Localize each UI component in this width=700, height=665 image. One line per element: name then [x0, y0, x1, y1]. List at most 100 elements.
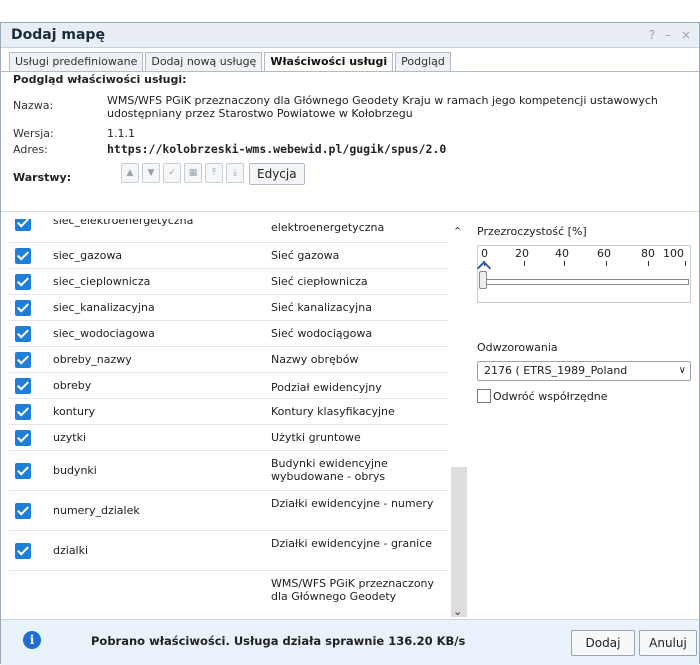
layer-checkbox[interactable]	[15, 326, 31, 342]
help-icon[interactable]: ?	[649, 28, 657, 42]
projection-select[interactable]: 2176 ( ETRS_1989_Poland ∨	[477, 361, 691, 381]
tab-preview[interactable]: Podgląd	[395, 52, 451, 72]
layer-row[interactable]: obreby_nazwy Nazwy obrębów	[9, 347, 449, 373]
layer-checkbox[interactable]	[15, 219, 31, 231]
tick-label: 100	[663, 247, 684, 260]
layer-name: siec_gazowa	[53, 249, 123, 262]
cancel-button[interactable]: Anuluj	[639, 630, 697, 656]
checkbox-box[interactable]	[477, 389, 491, 403]
version-label: Wersja:	[13, 127, 54, 140]
edit-button[interactable]: Edycja	[249, 163, 305, 185]
layer-name: uzytki	[53, 431, 86, 444]
name-value: WMS/WFS PGiK przeznaczony dla Głównego G…	[107, 94, 658, 120]
layer-checkbox[interactable]	[15, 543, 31, 559]
layer-checkbox[interactable]	[15, 300, 31, 316]
layer-name: budynki	[53, 464, 97, 477]
layer-checkbox[interactable]	[15, 430, 31, 446]
info-icon: i	[23, 631, 41, 649]
close-icon[interactable]: ×	[681, 28, 693, 42]
layer-description: Użytki gruntowe	[271, 431, 361, 444]
opacity-slider-thumb[interactable]	[479, 271, 487, 289]
layer-description: Działki ewidencyjne - numery	[271, 497, 434, 510]
layer-row[interactable]: siec_cieplownicza Sieć ciepłownicza	[9, 269, 449, 295]
scroll-up-icon[interactable]: ⌃	[453, 225, 462, 238]
tab-service-properties[interactable]: Właściwości usługi	[264, 52, 394, 72]
projection-value: 2176 ( ETRS_1989_Poland	[484, 364, 628, 377]
layer-name: siec_elektroenergetyczna	[53, 219, 194, 227]
opacity-ticks: 0 20 40 60 80 100	[477, 247, 691, 269]
layer-row[interactable]: siec_kanalizacyjna Sieć kanalizacyjna	[9, 295, 449, 321]
move-top-button[interactable]: ⤒	[205, 163, 223, 183]
address-value: https://kolobrzeski-wms.webewid.pl/gugik…	[107, 142, 447, 156]
layer-name: siec_kanalizacyjna	[53, 301, 155, 314]
layer-description: Podział ewidencyjny	[271, 381, 382, 394]
opacity-slider-track[interactable]	[483, 279, 689, 285]
layer-checkbox[interactable]	[15, 274, 31, 290]
properties-heading: Podgląd właściwości usługi:	[13, 73, 187, 86]
move-up-button[interactable]: ▲	[121, 163, 139, 183]
layer-name: numery_dzialek	[53, 504, 140, 517]
layer-checkbox[interactable]	[15, 404, 31, 420]
title-bar[interactable]: Dodaj mapę ? – ×	[1, 23, 699, 48]
layer-name: obreby_nazwy	[53, 353, 132, 366]
layer-row[interactable]: WMS/WFS PGiK przeznaczony dla Głównego G…	[9, 571, 449, 621]
layer-description: Sieć gazowa	[271, 249, 340, 262]
layer-description: Budynki ewidencyjne wybudowane - obrys	[271, 457, 388, 483]
move-bottom-button[interactable]: ⤓	[226, 163, 244, 183]
status-bar: i Pobrano właściwości. Usługa działa spr…	[1, 619, 699, 665]
scroll-down-icon[interactable]: ⌄	[453, 605, 462, 618]
tab-predefined-services[interactable]: Usługi predefiniowane	[9, 52, 144, 72]
layer-description: Sieć wodociągowa	[271, 327, 373, 340]
tick-label: 80	[641, 247, 655, 260]
layer-name: siec_wodociagowa	[53, 327, 155, 340]
layer-row[interactable]: budynki Budynki ewidencyjne wybudowane -…	[9, 451, 449, 491]
layer-checkbox[interactable]	[15, 463, 31, 479]
copy-button[interactable]: ▦	[184, 163, 202, 183]
layer-description: Sieć ciepłownicza	[271, 275, 368, 288]
layers-list: siec_elektroenergetyczna elektroenergety…	[9, 219, 469, 621]
move-down-button[interactable]: ▼	[142, 163, 160, 183]
tick-label: 0	[481, 247, 488, 260]
status-message: Pobrano właściwości. Usługa działa spraw…	[91, 634, 466, 648]
flip-coordinates-checkbox[interactable]: Odwróć współrzędne	[477, 389, 608, 403]
layer-description: elektroenergetyczna	[271, 221, 385, 234]
name-label: Nazwa:	[13, 99, 54, 112]
layer-description: Kontury klasyfikacyjne	[271, 405, 395, 418]
version-value: 1.1.1	[107, 127, 135, 140]
add-button[interactable]: Dodaj	[571, 630, 635, 656]
window-controls: ? – ×	[647, 28, 693, 42]
chevron-down-icon: ∨	[678, 365, 686, 376]
tick-label: 40	[555, 247, 569, 260]
layer-description: Działki ewidencyjne - granice	[271, 537, 433, 550]
layers-toolbar: ▲ ▼ ✓ ▦ ⤒ ⤓ Edycja	[121, 163, 305, 185]
layer-row[interactable]: siec_elektroenergetyczna elektroenergety…	[9, 219, 449, 243]
layer-checkbox[interactable]	[15, 248, 31, 264]
layers-scrollbar[interactable]: ⌃ ⌄	[449, 219, 469, 621]
tab-bar: Usługi predefiniowane Dodaj nową usługę …	[9, 52, 453, 72]
layer-row[interactable]: uzytki Użytki gruntowe	[9, 425, 449, 451]
flip-coordinates-label: Odwróć współrzędne	[493, 389, 608, 403]
tab-add-new-service[interactable]: Dodaj nową usługę	[145, 52, 263, 72]
opacity-label: Przezroczystość [%]	[477, 225, 587, 238]
layer-description: Sieć kanalizacyjna	[271, 301, 372, 314]
layer-row[interactable]: kontury Kontury klasyfikacyjne	[9, 399, 449, 425]
layer-row[interactable]: dzialki Działki ewidencyjne - granice	[9, 531, 449, 571]
layer-name: kontury	[53, 405, 95, 418]
minimize-icon[interactable]: –	[665, 28, 673, 42]
layer-row[interactable]: siec_wodociagowa Sieć wodociągowa	[9, 321, 449, 347]
layer-row[interactable]: siec_gazowa Sieć gazowa	[9, 243, 449, 269]
layers-label: Warstwy:	[13, 171, 72, 184]
layer-row[interactable]: numery_dzialek Działki ewidencyjne - num…	[9, 491, 449, 531]
layer-name: dzialki	[53, 544, 89, 557]
check-all-button[interactable]: ✓	[163, 163, 181, 183]
layer-checkbox[interactable]	[15, 503, 31, 519]
dialog-title: Dodaj mapę	[11, 27, 105, 43]
layers-separator	[1, 211, 699, 212]
address-label: Adres:	[13, 143, 48, 156]
layer-checkbox[interactable]	[15, 352, 31, 368]
scrollbar-thumb[interactable]	[451, 467, 467, 617]
tab-divider	[1, 71, 699, 72]
layer-row[interactable]: obreby Podział ewidencyjny	[9, 373, 449, 399]
layer-name: siec_cieplownicza	[53, 275, 151, 288]
layer-checkbox[interactable]	[15, 378, 31, 394]
